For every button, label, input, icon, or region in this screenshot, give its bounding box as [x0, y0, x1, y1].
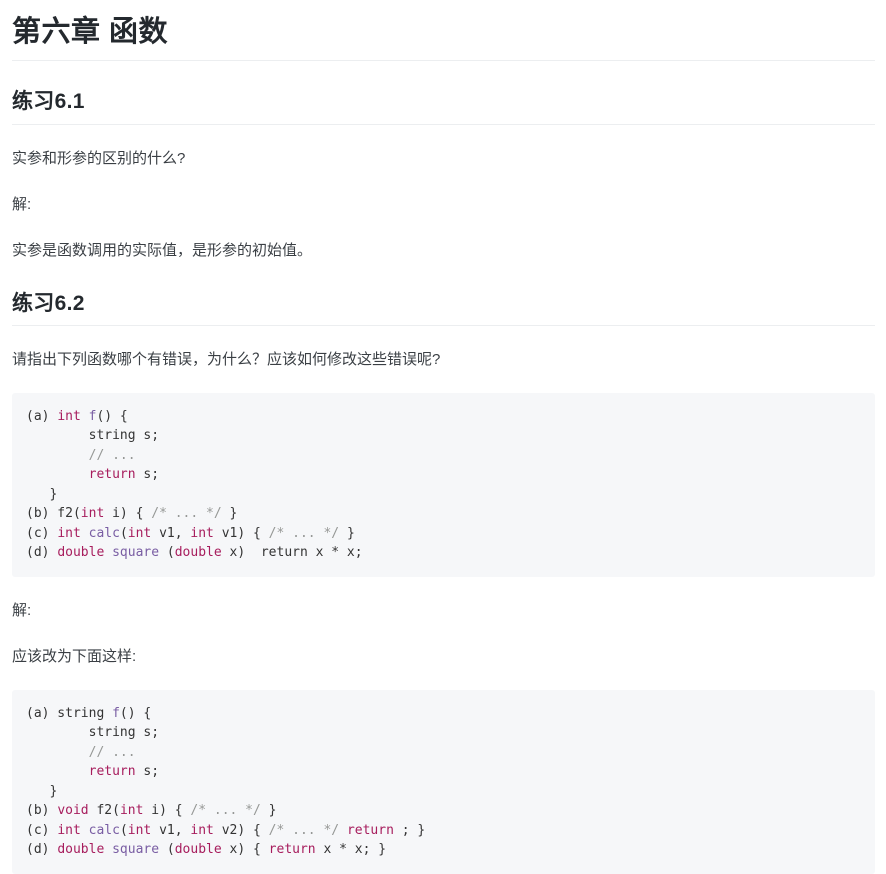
- exercise-6-1-answer-text: 实参是函数调用的实际值，是形参的初始值。: [12, 241, 313, 259]
- code-token: v1) {: [213, 525, 269, 541]
- code-token: () {: [119, 705, 152, 721]
- code-token: /* ... */: [190, 803, 261, 819]
- section-heading-exercise-6-2: 练习6.2: [12, 291, 875, 326]
- code-token: square: [112, 545, 160, 561]
- code-token: return: [88, 467, 136, 483]
- page-title: 第六章 函数: [12, 14, 875, 62]
- code-token: return: [268, 842, 316, 858]
- code-token: s;: [135, 764, 160, 780]
- section-heading-exercise-6-1: 练习6.1: [12, 89, 875, 125]
- code-token: (a): [26, 408, 58, 424]
- code-token: double: [57, 545, 105, 561]
- code-token: int: [57, 408, 81, 424]
- code-token: calc: [88, 525, 120, 541]
- code-token: v2) {: [213, 822, 269, 838]
- exercise-6-2-question: 请指出下列函数哪个有错误，为什么？应该如何修改这些错误呢?: [12, 350, 441, 368]
- code-token: (a) string: [26, 705, 113, 721]
- code-token: /* ... */: [151, 506, 222, 522]
- code-token: () {: [96, 408, 128, 424]
- code-block-corrected-functions: (a) string f() { string s; // ... return…: [12, 689, 875, 874]
- code-block-buggy-functions: (a) int f() { string s; // ... return s;…: [12, 392, 875, 577]
- code-token: i) {: [104, 506, 152, 522]
- code-token: (b): [26, 803, 58, 819]
- code-token: // ...: [88, 447, 136, 463]
- code-token: ; }: [393, 822, 426, 838]
- code-token: int: [80, 506, 105, 522]
- code-token: (d): [26, 545, 58, 561]
- code-token: }: [339, 525, 355, 541]
- exercise-6-1-question: 实参和形参的区别的什么?: [12, 149, 186, 167]
- code-token: s;: [135, 467, 160, 483]
- code-token: int: [57, 822, 81, 838]
- code-token: int: [57, 525, 81, 541]
- code-token: double: [174, 545, 222, 561]
- code-token: /* ... */: [268, 822, 340, 838]
- exercise-6-2-answer-note: 应该改为下面这样:: [12, 647, 137, 665]
- code-token: square: [112, 842, 160, 858]
- code-token: (: [119, 822, 128, 838]
- code-content: (a) int f() { string s; // ... return s;…: [26, 409, 363, 561]
- code-token: f: [112, 705, 120, 721]
- code-token: }: [26, 486, 58, 502]
- code-token: string s;: [26, 428, 160, 444]
- code-token: return: [88, 764, 136, 780]
- code-token: x) return x * x;: [221, 545, 363, 561]
- code-token: }: [260, 803, 277, 819]
- code-content: (a) string f() { string s; // ... return…: [26, 706, 425, 858]
- code-token: (: [159, 842, 175, 858]
- code-token: (d): [26, 842, 58, 858]
- exercise-6-2-answer-label: 解:: [12, 601, 32, 619]
- code-token: (c): [26, 822, 58, 838]
- code-token: v1,: [151, 822, 191, 838]
- code-token: string s;: [26, 725, 160, 741]
- code-token: int: [127, 822, 152, 838]
- code-token: (: [119, 525, 128, 541]
- exercise-6-1-answer-label: 解:: [12, 195, 32, 213]
- code-token: (b) f2(: [26, 506, 81, 522]
- code-token: calc: [88, 822, 120, 838]
- code-token: v1,: [151, 525, 191, 541]
- code-token: i) {: [143, 803, 191, 819]
- code-token: f2(: [88, 803, 120, 819]
- code-token: double: [57, 842, 105, 858]
- code-token: (c): [26, 525, 58, 541]
- document-page: 第六章 函数 练习6.1 实参和形参的区别的什么? 解: 实参是函数调用的实际值…: [0, 0, 886, 874]
- code-token: /* ... */: [268, 525, 340, 541]
- code-token: (: [159, 545, 175, 561]
- code-token: return: [346, 822, 394, 838]
- code-token: x) {: [221, 842, 269, 858]
- code-token: int: [190, 525, 214, 541]
- code-token: }: [221, 506, 238, 522]
- code-token: }: [26, 783, 58, 799]
- code-token: int: [119, 803, 144, 819]
- code-token: void: [57, 803, 89, 819]
- code-token: // ...: [88, 744, 136, 760]
- code-token: x * x; }: [315, 842, 387, 858]
- code-token: int: [190, 822, 214, 838]
- code-token: double: [174, 842, 222, 858]
- code-token: int: [127, 525, 152, 541]
